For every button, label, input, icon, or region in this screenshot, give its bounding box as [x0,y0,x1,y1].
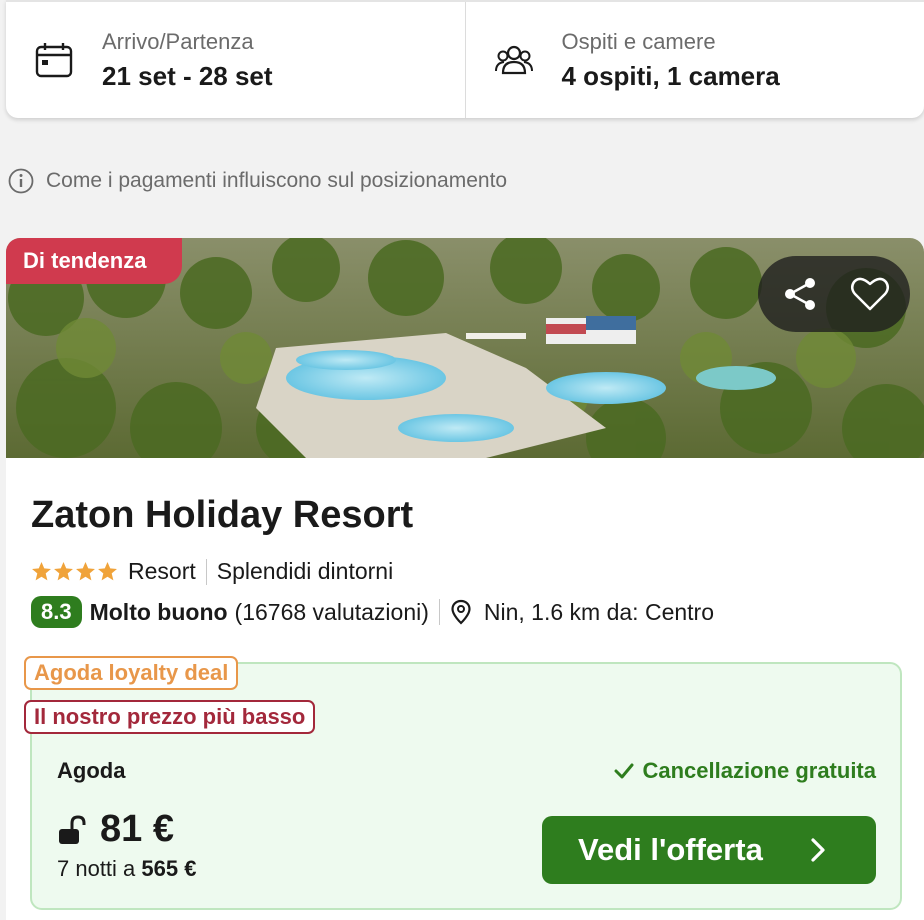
review-count[interactable]: (16768 valutazioni) [235,599,429,626]
hero-actions [758,256,910,332]
property-type: Resort [128,558,196,584]
share-icon[interactable] [780,274,820,314]
location-text[interactable]: Nin, 1.6 km da: Centro [484,599,714,626]
cancellation-text: Cancellazione gratuita [642,758,876,783]
guests-icon [494,45,533,75]
star-rating [31,561,118,582]
chevron-right-icon [811,838,825,862]
view-offer-button[interactable]: Vedi l'offerta [542,816,876,884]
hotel-card[interactable]: Di tendenza Zaton Holiday Resort Resort … [6,238,924,920]
search-bar: Arrivo/Partenza 21 set - 28 set Ospiti e… [6,0,924,118]
hotel-photo[interactable]: Di tendenza [6,238,924,458]
guests-selector[interactable]: Ospiti e camere 4 ospiti, 1 camera [464,2,924,118]
dates-label: Arrivo/Partenza [102,29,254,54]
star-icon [32,562,51,581]
info-text: Come i pagamenti influiscono sul posizio… [46,169,508,192]
free-cancellation: Cancellazione gratuita [614,758,876,784]
provider-name: Agoda [57,758,126,783]
nightly-price: 81 € [100,808,174,850]
divider [205,558,207,585]
hotel-name[interactable]: Zaton Holiday Resort [31,494,413,537]
price-row: 81 € [56,808,174,851]
info-icon [8,168,34,194]
lowest-price-tag: Il nostro prezzo più basso [24,700,316,734]
heart-icon[interactable] [850,274,890,314]
star-icon [98,562,117,581]
payment-ranking-info[interactable]: Come i pagamenti influiscono sul posizio… [8,168,507,194]
location-pin-icon [451,599,471,625]
divider [438,599,440,625]
highlight-text: Splendidi dintorni [216,558,394,584]
guests-value: 4 ospiti, 1 camera [561,61,780,91]
rating-text: Molto buono [89,598,228,625]
star-icon [54,562,73,581]
star-icon [76,562,95,581]
view-offer-label: Vedi l'offerta [578,832,763,867]
trending-badge: Di tendenza [6,238,182,284]
review-score: 8.3 [31,596,82,628]
loyalty-deal-tag: Agoda loyalty deal [24,656,239,690]
guests-label: Ospiti e camere [561,29,716,54]
check-icon [614,763,634,779]
total-prefix: 7 notti a [57,856,136,881]
hotel-class-row: Resort Splendidi dintorni [31,558,393,585]
rating-row: 8.3 Molto buono (16768 valutazioni) Nin,… [31,596,714,628]
total-price: 7 notti a 565 € [57,856,196,882]
total-value: 565 € [141,856,197,881]
unlock-icon [59,814,86,844]
dates-selector[interactable]: Arrivo/Partenza 21 set - 28 set [6,2,465,118]
dates-value: 21 set - 28 set [102,61,273,91]
calendar-icon [35,43,73,78]
